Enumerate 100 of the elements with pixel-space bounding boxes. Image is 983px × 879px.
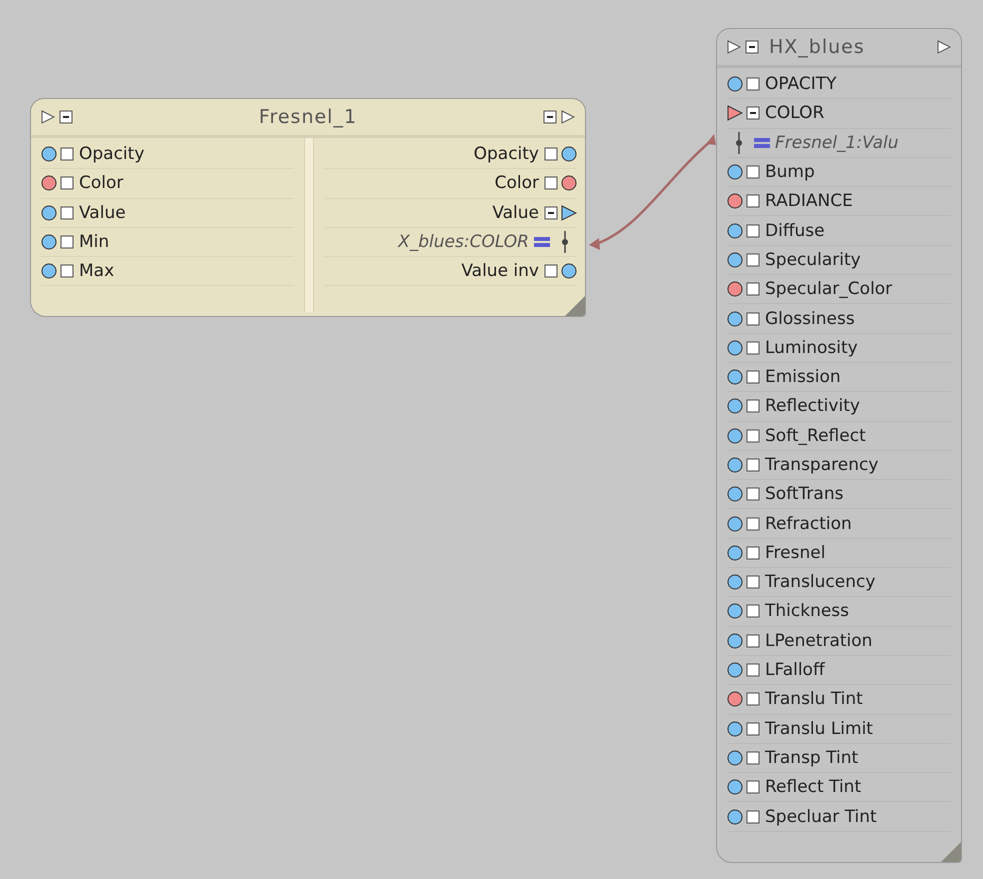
port-icon[interactable]: [727, 457, 743, 473]
port-label: Glossiness: [765, 308, 855, 329]
toggle-box[interactable]: [746, 312, 760, 326]
collapse-icon[interactable]: [543, 110, 557, 124]
port-icon[interactable]: [41, 146, 57, 162]
port-label: Max: [79, 261, 114, 282]
toggle-box[interactable]: [746, 282, 760, 296]
triangle-icon[interactable]: [727, 40, 741, 54]
port-label: Emission: [765, 367, 841, 388]
toggle-box[interactable]: [746, 165, 760, 180]
toggle-box[interactable]: [60, 206, 74, 220]
toggle-box[interactable]: [60, 235, 74, 250]
toggle-box[interactable]: [746, 194, 760, 208]
toggle-box[interactable]: [544, 176, 558, 190]
port-icon[interactable]: [727, 574, 743, 590]
port-icon[interactable]: [727, 516, 743, 532]
toggle-box[interactable]: [746, 780, 760, 794]
port-label: Thickness: [765, 601, 850, 622]
toggle-box[interactable]: [746, 575, 760, 590]
port-label: Translu Tint: [765, 689, 863, 710]
collapse-icon[interactable]: [745, 40, 759, 54]
port-icon[interactable]: [561, 146, 577, 162]
toggle-box[interactable]: [746, 487, 760, 502]
port-icon[interactable]: [727, 779, 743, 796]
toggle-box[interactable]: [544, 206, 558, 220]
port-label: Color: [79, 173, 124, 194]
resize-grip-icon[interactable]: [941, 842, 961, 862]
toggle-box[interactable]: [544, 147, 558, 162]
port-icon[interactable]: [727, 164, 743, 180]
port-icon[interactable]: [41, 175, 57, 192]
port-label: Value: [492, 202, 539, 223]
toggle-box[interactable]: [746, 224, 760, 238]
link-icon: [534, 235, 550, 250]
port-icon[interactable]: [727, 662, 743, 678]
port-icon[interactable]: [727, 340, 743, 356]
port-icon[interactable]: [727, 398, 743, 414]
toggle-box[interactable]: [746, 663, 760, 678]
port-label: Refraction: [765, 514, 852, 534]
toggle-box[interactable]: [746, 340, 760, 355]
toggle-box[interactable]: [60, 264, 74, 278]
toggle-box[interactable]: [746, 634, 760, 648]
port-label: Value: [79, 202, 126, 223]
toggle-box[interactable]: [746, 722, 760, 736]
port-icon[interactable]: [727, 193, 743, 210]
port-icon[interactable]: [727, 486, 743, 502]
collapse-icon[interactable]: [59, 110, 73, 124]
toggle-box[interactable]: [746, 106, 760, 120]
resize-grip-icon[interactable]: [565, 296, 585, 316]
port-icon[interactable]: [727, 720, 743, 737]
port-label: Fresnel: [765, 542, 826, 563]
triangle-icon[interactable]: [727, 105, 743, 122]
toggle-box[interactable]: [746, 516, 760, 531]
port-label: Bump: [765, 162, 815, 182]
toggle-box[interactable]: [60, 147, 74, 162]
toggle-box[interactable]: [746, 428, 760, 443]
toggle-box[interactable]: [746, 458, 760, 472]
port-label: Diffuse: [765, 220, 825, 241]
port-label: Color: [494, 173, 539, 194]
toggle-box[interactable]: [746, 604, 760, 618]
port-icon[interactable]: [727, 76, 743, 92]
triangle-icon[interactable]: [561, 110, 575, 124]
port-label: RADIANCE: [765, 191, 853, 212]
port-label: Luminosity: [765, 338, 858, 358]
port-icon[interactable]: [727, 369, 743, 386]
port-icon[interactable]: [727, 310, 743, 327]
port-icon[interactable]: [727, 691, 743, 708]
port-icon[interactable]: [727, 428, 743, 444]
port-label: Soft_Reflect: [765, 426, 866, 446]
toggle-box[interactable]: [746, 370, 760, 384]
port-icon[interactable]: [727, 544, 743, 561]
port-icon[interactable]: [727, 222, 743, 239]
port-icon[interactable]: [561, 263, 577, 280]
toggle-box[interactable]: [60, 176, 74, 190]
toggle-box[interactable]: [746, 77, 760, 92]
toggle-box[interactable]: [746, 692, 760, 706]
port-icon[interactable]: [41, 204, 57, 221]
pin-icon: [559, 229, 571, 256]
port-icon[interactable]: [727, 750, 743, 766]
port-icon[interactable]: [727, 281, 743, 298]
toggle-box[interactable]: [746, 546, 760, 560]
port-icon[interactable]: [727, 252, 743, 268]
port-label: LFalloff: [765, 660, 825, 680]
port-label: Transparency: [765, 455, 878, 475]
toggle-box[interactable]: [544, 264, 558, 278]
toggle-box[interactable]: [746, 750, 760, 765]
port-label: Specularity: [765, 250, 861, 270]
toggle-box[interactable]: [746, 252, 760, 267]
triangle-icon[interactable]: [561, 204, 577, 221]
port-icon[interactable]: [727, 632, 743, 649]
port-icon[interactable]: [41, 263, 57, 280]
toggle-box[interactable]: [746, 810, 760, 824]
port-icon[interactable]: [727, 603, 743, 620]
port-label: Specular_Color: [765, 279, 892, 300]
triangle-icon[interactable]: [937, 40, 951, 54]
port-icon[interactable]: [727, 808, 743, 825]
toggle-box[interactable]: [746, 399, 760, 414]
port-icon[interactable]: [561, 175, 577, 192]
port-icon[interactable]: [41, 234, 57, 250]
triangle-icon[interactable]: [41, 110, 55, 124]
node-title: HX_blues: [768, 36, 866, 58]
